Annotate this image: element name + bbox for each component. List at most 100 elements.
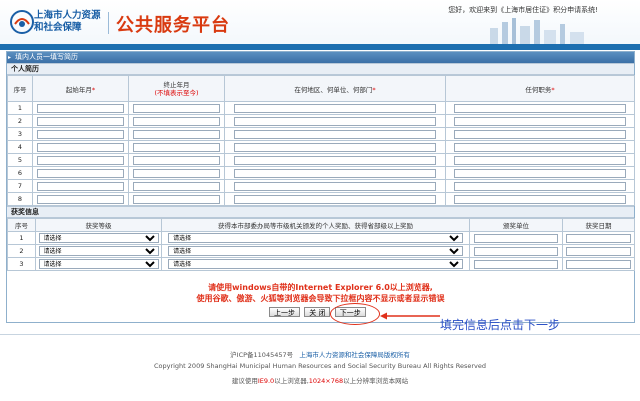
resume-row: 3 xyxy=(7,127,635,141)
col-award-name: 获得本市部委办局等市级机关颁发的个人奖励、获得省部级以上奖励 xyxy=(161,218,470,232)
footer-copyright: Copyright 2009 ShangHai Municipal Human … xyxy=(153,362,487,370)
annotation-text: 填完信息后点击下一步 xyxy=(440,318,561,332)
award-level-select[interactable]: 请选择 xyxy=(38,246,159,256)
organization-input[interactable] xyxy=(233,129,437,139)
resume-row-index: 3 xyxy=(7,127,33,141)
award-section-title: 获奖信息 xyxy=(7,206,634,218)
award-row-index: 2 xyxy=(7,244,36,258)
position-input[interactable] xyxy=(453,168,627,178)
end-date-input[interactable] xyxy=(132,116,221,126)
award-date-input[interactable] xyxy=(565,233,632,243)
footer-divider xyxy=(0,334,640,335)
award-date-input[interactable] xyxy=(565,259,632,269)
award-level-select[interactable]: 请选择 xyxy=(38,259,159,269)
organization-input[interactable] xyxy=(233,194,437,204)
annotation-arrow-icon xyxy=(380,312,440,320)
award-name-select[interactable]: 请选择 xyxy=(168,233,463,243)
award-row-index: 1 xyxy=(7,231,36,245)
resume-row: 1 xyxy=(7,101,635,115)
col-index: 序号 xyxy=(7,75,33,102)
position-input[interactable] xyxy=(453,181,627,191)
end-date-input[interactable] xyxy=(132,155,221,165)
organization-input[interactable] xyxy=(233,181,437,191)
browser-warning-line1: 请使用windows自带的Internet Explorer 6.0以上浏览器, xyxy=(208,283,433,292)
organization-input[interactable] xyxy=(233,155,437,165)
start-date-input[interactable] xyxy=(36,103,125,113)
resume-section-title: 个人简历 xyxy=(7,63,634,75)
resume-row: 8 xyxy=(7,192,635,206)
city-skyline-illustration xyxy=(490,18,584,44)
copyright-owner: 上海市人力资源和社会保障局版权所有 xyxy=(299,351,410,359)
resume-row-index: 7 xyxy=(7,179,33,193)
award-name-select[interactable]: 请选择 xyxy=(168,246,463,256)
award-header-row: 序号 获奖等级 获得本市部委办局等市级机关颁发的个人奖励、获得省部级以上奖励 颁… xyxy=(7,218,635,232)
start-date-input[interactable] xyxy=(36,116,125,126)
award-level-select[interactable]: 请选择 xyxy=(38,233,159,243)
footer-browser-advice: 建议使用IE9.0以上浏览器,1024×768以上分辨率浏览本网站 xyxy=(231,377,409,385)
col-organization: 在何地区、何单位、何部门* xyxy=(224,75,446,102)
hrss-emblem-icon xyxy=(10,10,34,34)
end-date-input[interactable] xyxy=(132,129,221,139)
award-unit-input[interactable] xyxy=(473,259,559,269)
award-date-input[interactable] xyxy=(565,246,632,256)
end-date-input[interactable] xyxy=(132,194,221,204)
logo-divider xyxy=(108,12,109,34)
site-title: 公共服务平台 xyxy=(116,15,230,36)
resume-row-index: 2 xyxy=(7,114,33,128)
resume-row: 6 xyxy=(7,166,635,180)
resume-row: 7 xyxy=(7,179,635,193)
position-input[interactable] xyxy=(453,116,627,126)
position-input[interactable] xyxy=(453,142,627,152)
browser-warning-line2: 使用谷歌、傲游、火狐等浏览器会导致下拉框内容不显示或者显示错误 xyxy=(196,294,445,303)
award-row: 1 请选择 请选择 xyxy=(7,231,635,245)
start-date-input[interactable] xyxy=(36,181,125,191)
close-button[interactable]: 关 闭 xyxy=(304,307,331,317)
start-date-input[interactable] xyxy=(36,194,125,204)
col-award-unit: 颁奖单位 xyxy=(469,218,563,232)
award-unit-input[interactable] xyxy=(473,246,559,256)
award-table: 序号 获奖等级 获得本市部委办局等市级机关颁发的个人奖励、获得省部级以上奖励 颁… xyxy=(7,218,635,271)
logo-text-line1: 上海市人力资源 xyxy=(34,10,101,21)
resume-row: 2 xyxy=(7,114,635,128)
end-date-input[interactable] xyxy=(132,168,221,178)
position-input[interactable] xyxy=(453,103,627,113)
organization-input[interactable] xyxy=(233,142,437,152)
end-date-input[interactable] xyxy=(132,142,221,152)
icp-number: 沪ICP备11045457号 xyxy=(230,351,294,359)
resume-row-index: 1 xyxy=(7,101,33,115)
col-award-date: 获奖日期 xyxy=(562,218,635,232)
start-date-input[interactable] xyxy=(36,168,125,178)
start-date-input[interactable] xyxy=(36,155,125,165)
col-position: 任何职务* xyxy=(445,75,635,102)
resume-row-index: 8 xyxy=(7,192,33,206)
organization-input[interactable] xyxy=(233,116,437,126)
organization-input[interactable] xyxy=(233,103,437,113)
col-end-date: 终止年月 (不填表示至今) xyxy=(128,75,225,102)
end-date-input[interactable] xyxy=(132,103,221,113)
resume-row-index: 6 xyxy=(7,166,33,180)
col-award-level: 获奖等级 xyxy=(35,218,162,232)
prev-step-button[interactable]: 上一步 xyxy=(269,307,300,317)
logo-text-line2: 和社会保障 xyxy=(34,22,82,33)
position-input[interactable] xyxy=(453,194,627,204)
resume-row: 4 xyxy=(7,140,635,154)
start-date-input[interactable] xyxy=(36,129,125,139)
header-bar xyxy=(0,44,640,50)
award-unit-input[interactable] xyxy=(473,233,559,243)
col-start-date: 起始年月* xyxy=(32,75,129,102)
start-date-input[interactable] xyxy=(36,142,125,152)
award-name-select[interactable]: 请选择 xyxy=(168,259,463,269)
position-input[interactable] xyxy=(453,129,627,139)
col-award-index: 序号 xyxy=(7,218,36,232)
resume-row-index: 5 xyxy=(7,153,33,167)
organization-input[interactable] xyxy=(233,168,437,178)
panel-title: 填内人员一填写简历 xyxy=(7,52,634,63)
resume-header-row: 序号 起始年月* 终止年月 (不填表示至今) 在何地区、何单位、何部门* 任何职务… xyxy=(7,75,635,102)
position-input[interactable] xyxy=(453,155,627,165)
resume-table: 序号 起始年月* 终止年月 (不填表示至今) 在何地区、何单位、何部门* 任何职务… xyxy=(7,75,635,206)
resume-row-index: 4 xyxy=(7,140,33,154)
next-step-highlight-circle xyxy=(330,303,380,325)
award-row: 3 请选择 请选择 xyxy=(7,257,635,271)
end-date-input[interactable] xyxy=(132,181,221,191)
award-row-index: 3 xyxy=(7,257,36,271)
